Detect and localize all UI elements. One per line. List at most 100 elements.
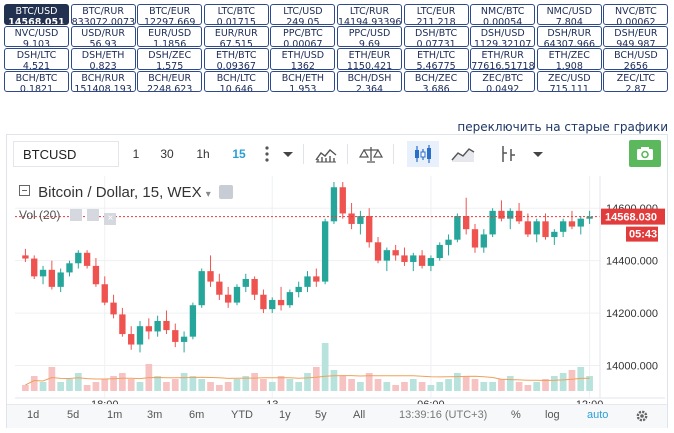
- pair-button-eth-rur[interactable]: ETH/RUR 77616.51718: [470, 48, 536, 70]
- pair-button-ltc-rur[interactable]: LTC/RUR 14194.93396: [337, 4, 402, 26]
- pair-button-btc-usd[interactable]: BTC/USD 14568.051: [4, 4, 69, 26]
- range-1m[interactable]: 1m: [107, 409, 122, 421]
- compare-scales-icon[interactable]: [355, 141, 387, 167]
- pair-button-dsh-usd[interactable]: DSH/USD 1129.32107: [470, 26, 536, 48]
- pair-button-dsh-rur[interactable]: DSH/RUR 64307.966: [536, 26, 602, 48]
- pair-label: BCH/USD: [614, 50, 658, 62]
- range-1d[interactable]: 1d: [27, 409, 39, 421]
- pair-button-eur-rur[interactable]: EUR/RUR 67.515: [203, 26, 269, 48]
- volume-bar: [524, 385, 532, 391]
- camera-icon[interactable]: [629, 140, 661, 167]
- pair-button-btc-eur[interactable]: BTC/EUR 12297.669: [137, 4, 203, 26]
- toolbar-divider: [303, 144, 304, 164]
- range-all[interactable]: All: [353, 409, 365, 421]
- symbol-input[interactable]: BTCUSD: [13, 141, 119, 167]
- volume-remove-icon[interactable]: ×: [104, 213, 117, 225]
- range-1y[interactable]: 1y: [279, 409, 291, 421]
- pair-label: DSH/USD: [480, 28, 525, 40]
- chevron-down-icon[interactable]: [277, 141, 299, 167]
- pair-button-eur-usd[interactable]: EUR/USD 1.1856: [137, 26, 203, 48]
- range-5d[interactable]: 5d: [67, 409, 79, 421]
- pair-button-eth-btc[interactable]: ETH/BTC 0.09367: [203, 48, 269, 70]
- pair-button-zec-btc[interactable]: ZEC/BTC 0.0492: [470, 70, 536, 92]
- candle: [471, 229, 479, 248]
- pair-button-zec-ltc[interactable]: ZEC/LTC 2.87: [603, 70, 669, 92]
- line-style-icon[interactable]: [447, 141, 479, 167]
- auto-scale-button[interactable]: auto: [587, 409, 608, 421]
- legend-settings-icon[interactable]: [218, 185, 233, 199]
- pair-price: 0.09367: [216, 61, 256, 70]
- candle: [92, 265, 100, 285]
- interval-30[interactable]: 30: [151, 141, 183, 167]
- candle: [101, 284, 108, 303]
- interval-1h[interactable]: 1h: [187, 141, 219, 167]
- pair-button-ppc-usd[interactable]: PPC/USD 9.69: [337, 26, 402, 48]
- pair-button-dsh-zec[interactable]: DSH/ZEC 1.575: [137, 48, 203, 70]
- volume-visibility-icon[interactable]: [69, 209, 82, 221]
- pair-button-eth-eur[interactable]: ETH/EUR 1150.421: [337, 48, 402, 70]
- pair-button-bch-rur[interactable]: BCH/RUR 151408.193: [70, 70, 136, 92]
- pair-button-bch-eur[interactable]: BCH/EUR 2248.623: [137, 70, 203, 92]
- pair-button-usd-rur[interactable]: USD/RUR 56.93: [70, 26, 136, 48]
- pair-price: 5.46775: [416, 61, 456, 70]
- pair-button-bch-eth[interactable]: BCH/ETH 1.953: [270, 70, 336, 92]
- pair-button-eth-ltc[interactable]: ETH/LTC 5.46775: [403, 48, 469, 70]
- range-3m[interactable]: 3m: [147, 409, 162, 421]
- pair-price: 0.00062: [616, 17, 656, 26]
- pair-button-dsh-eth[interactable]: DSH/ETH 0.823: [70, 48, 136, 70]
- pair-button-btc-rur[interactable]: BTC/RUR 833072.0073: [70, 4, 136, 26]
- interval-15[interactable]: 15: [223, 141, 255, 167]
- pair-button-dsh-btc[interactable]: DSH/BTC 0.07731: [403, 26, 469, 48]
- candle: [366, 216, 373, 243]
- pair-button-eth-usd[interactable]: ETH/USD 1362: [270, 48, 336, 70]
- volume-bar: [357, 382, 364, 391]
- candle: [463, 216, 470, 230]
- volume-settings-icon[interactable]: [87, 209, 100, 221]
- volume-bar: [22, 385, 29, 391]
- switch-to-old-charts-link[interactable]: переключить на старые графики: [457, 120, 668, 134]
- legend-chevron-icon[interactable]: ▾: [206, 189, 211, 200]
- pair-button-ltc-usd[interactable]: LTC/USD 249.05: [270, 4, 336, 26]
- volume-bar: [136, 382, 144, 391]
- percent-scale-button[interactable]: %: [511, 409, 521, 421]
- pair-button-bch-btc[interactable]: BCH/BTC 0.1821: [4, 70, 69, 92]
- candles-icon[interactable]: [407, 141, 439, 167]
- candle: [242, 279, 249, 287]
- candle: [31, 258, 38, 277]
- pair-button-bch-ltc[interactable]: BCH/LTC 10.646: [203, 70, 269, 92]
- pair-button-bch-zec[interactable]: BCH/ZEC 3.686: [403, 70, 469, 92]
- pair-price: 1.953: [289, 83, 317, 92]
- pair-button-dsh-eur[interactable]: DSH/EUR 949.987: [603, 26, 669, 48]
- pair-button-dsh-ltc[interactable]: DSH/LTC 4.521: [4, 48, 69, 70]
- volume-bar: [445, 379, 452, 391]
- pair-price: 249.05: [286, 17, 320, 26]
- range-5y[interactable]: 5y: [315, 409, 327, 421]
- pair-button-eth-zec[interactable]: ETH/ZEC 1.908: [536, 48, 602, 70]
- pair-button-nvc-btc[interactable]: NVC/BTC 0.00062: [603, 4, 669, 26]
- bar-style-icon[interactable]: [310, 141, 342, 167]
- pair-label: DSH/RUR: [547, 28, 592, 40]
- volume-bar: [427, 385, 435, 391]
- gear-icon[interactable]: [635, 409, 649, 426]
- pair-button-nmc-usd[interactable]: NMC/USD 7.804: [536, 4, 602, 26]
- more-dots-icon[interactable]: [257, 141, 277, 167]
- pair-button-bch-usd[interactable]: BCH/USD 2656: [603, 48, 669, 70]
- pair-button-bch-dsh[interactable]: BCH/DSH 2.364: [337, 70, 402, 92]
- pair-price: 1362: [290, 61, 315, 70]
- indicators-icon[interactable]: [493, 141, 525, 167]
- range-ytd[interactable]: YTD: [231, 409, 253, 421]
- chevron-down-icon[interactable]: [527, 141, 549, 167]
- pair-button-nvc-usd[interactable]: NVC/USD 9.103: [4, 26, 69, 48]
- pair-button-zec-usd[interactable]: ZEC/USD 715.111: [536, 70, 602, 92]
- volume-bar: [550, 376, 558, 391]
- log-scale-button[interactable]: log: [545, 409, 560, 421]
- legend-collapse-icon[interactable]: [19, 185, 30, 196]
- volume-bar: [515, 382, 523, 391]
- pair-button-ppc-btc[interactable]: PPC/BTC 0.00067: [270, 26, 336, 48]
- pair-button-ltc-eur[interactable]: LTC/EUR 211.218: [403, 4, 469, 26]
- pair-button-ltc-btc[interactable]: LTC/BTC 0.01715: [203, 4, 269, 26]
- range-6m[interactable]: 6m: [189, 409, 204, 421]
- interval-1[interactable]: 1: [121, 141, 151, 167]
- pair-price: 7.804: [555, 17, 583, 26]
- pair-button-nmc-btc[interactable]: NMC/BTC 0.00054: [470, 4, 536, 26]
